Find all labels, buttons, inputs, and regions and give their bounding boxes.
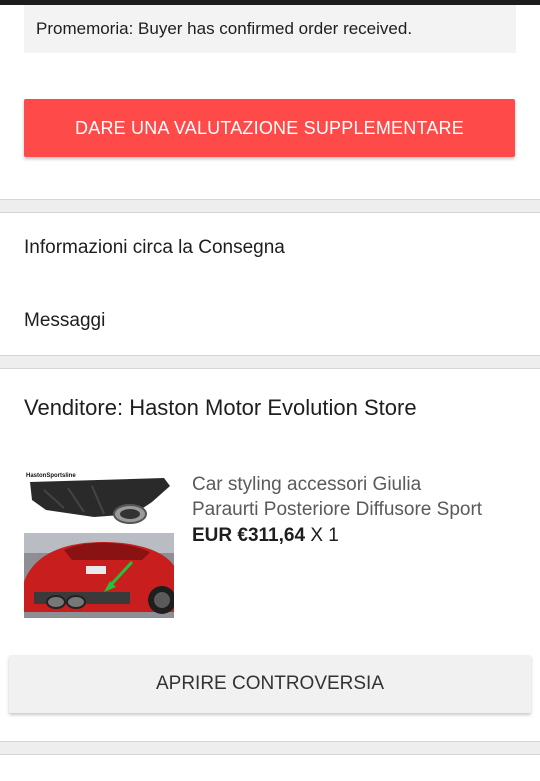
- product-price: EUR €311,64 X 1: [192, 525, 339, 547]
- messages-link[interactable]: Messaggi: [24, 310, 105, 332]
- reminder-banner: Promemoria: Buyer has confirmed order re…: [24, 5, 516, 53]
- open-dispute-button[interactable]: APRIRE CONTROVERSIA: [9, 655, 531, 713]
- next-card: [0, 754, 540, 781]
- image-watermark: HastonSportsline: [26, 473, 76, 479]
- product-title[interactable]: Car styling accessori Giulia Paraurti Po…: [192, 472, 518, 522]
- order-links-card: Informazioni circa la Consegna Messaggi: [0, 212, 540, 356]
- delivery-info-link[interactable]: Informazioni circa la Consegna: [24, 237, 285, 259]
- order-status-card: Promemoria: Buyer has confirmed order re…: [0, 5, 540, 200]
- product-image[interactable]: HastonSportsline: [24, 470, 174, 618]
- price-value: EUR €311,64: [192, 525, 306, 546]
- quantity-value: X 1: [310, 525, 339, 546]
- seller-name[interactable]: Venditore: Haston Motor Evolution Store: [24, 395, 417, 421]
- seller-card: Venditore: Haston Motor Evolution Store …: [0, 368, 540, 742]
- additional-feedback-button[interactable]: DARE UNA VALUTAZIONE SUPPLEMENTARE: [24, 99, 515, 157]
- product-title-line2: Paraurti Posteriore Diffusore Sport: [192, 499, 483, 520]
- product-title-line1: Car styling accessori Giulia: [192, 474, 422, 495]
